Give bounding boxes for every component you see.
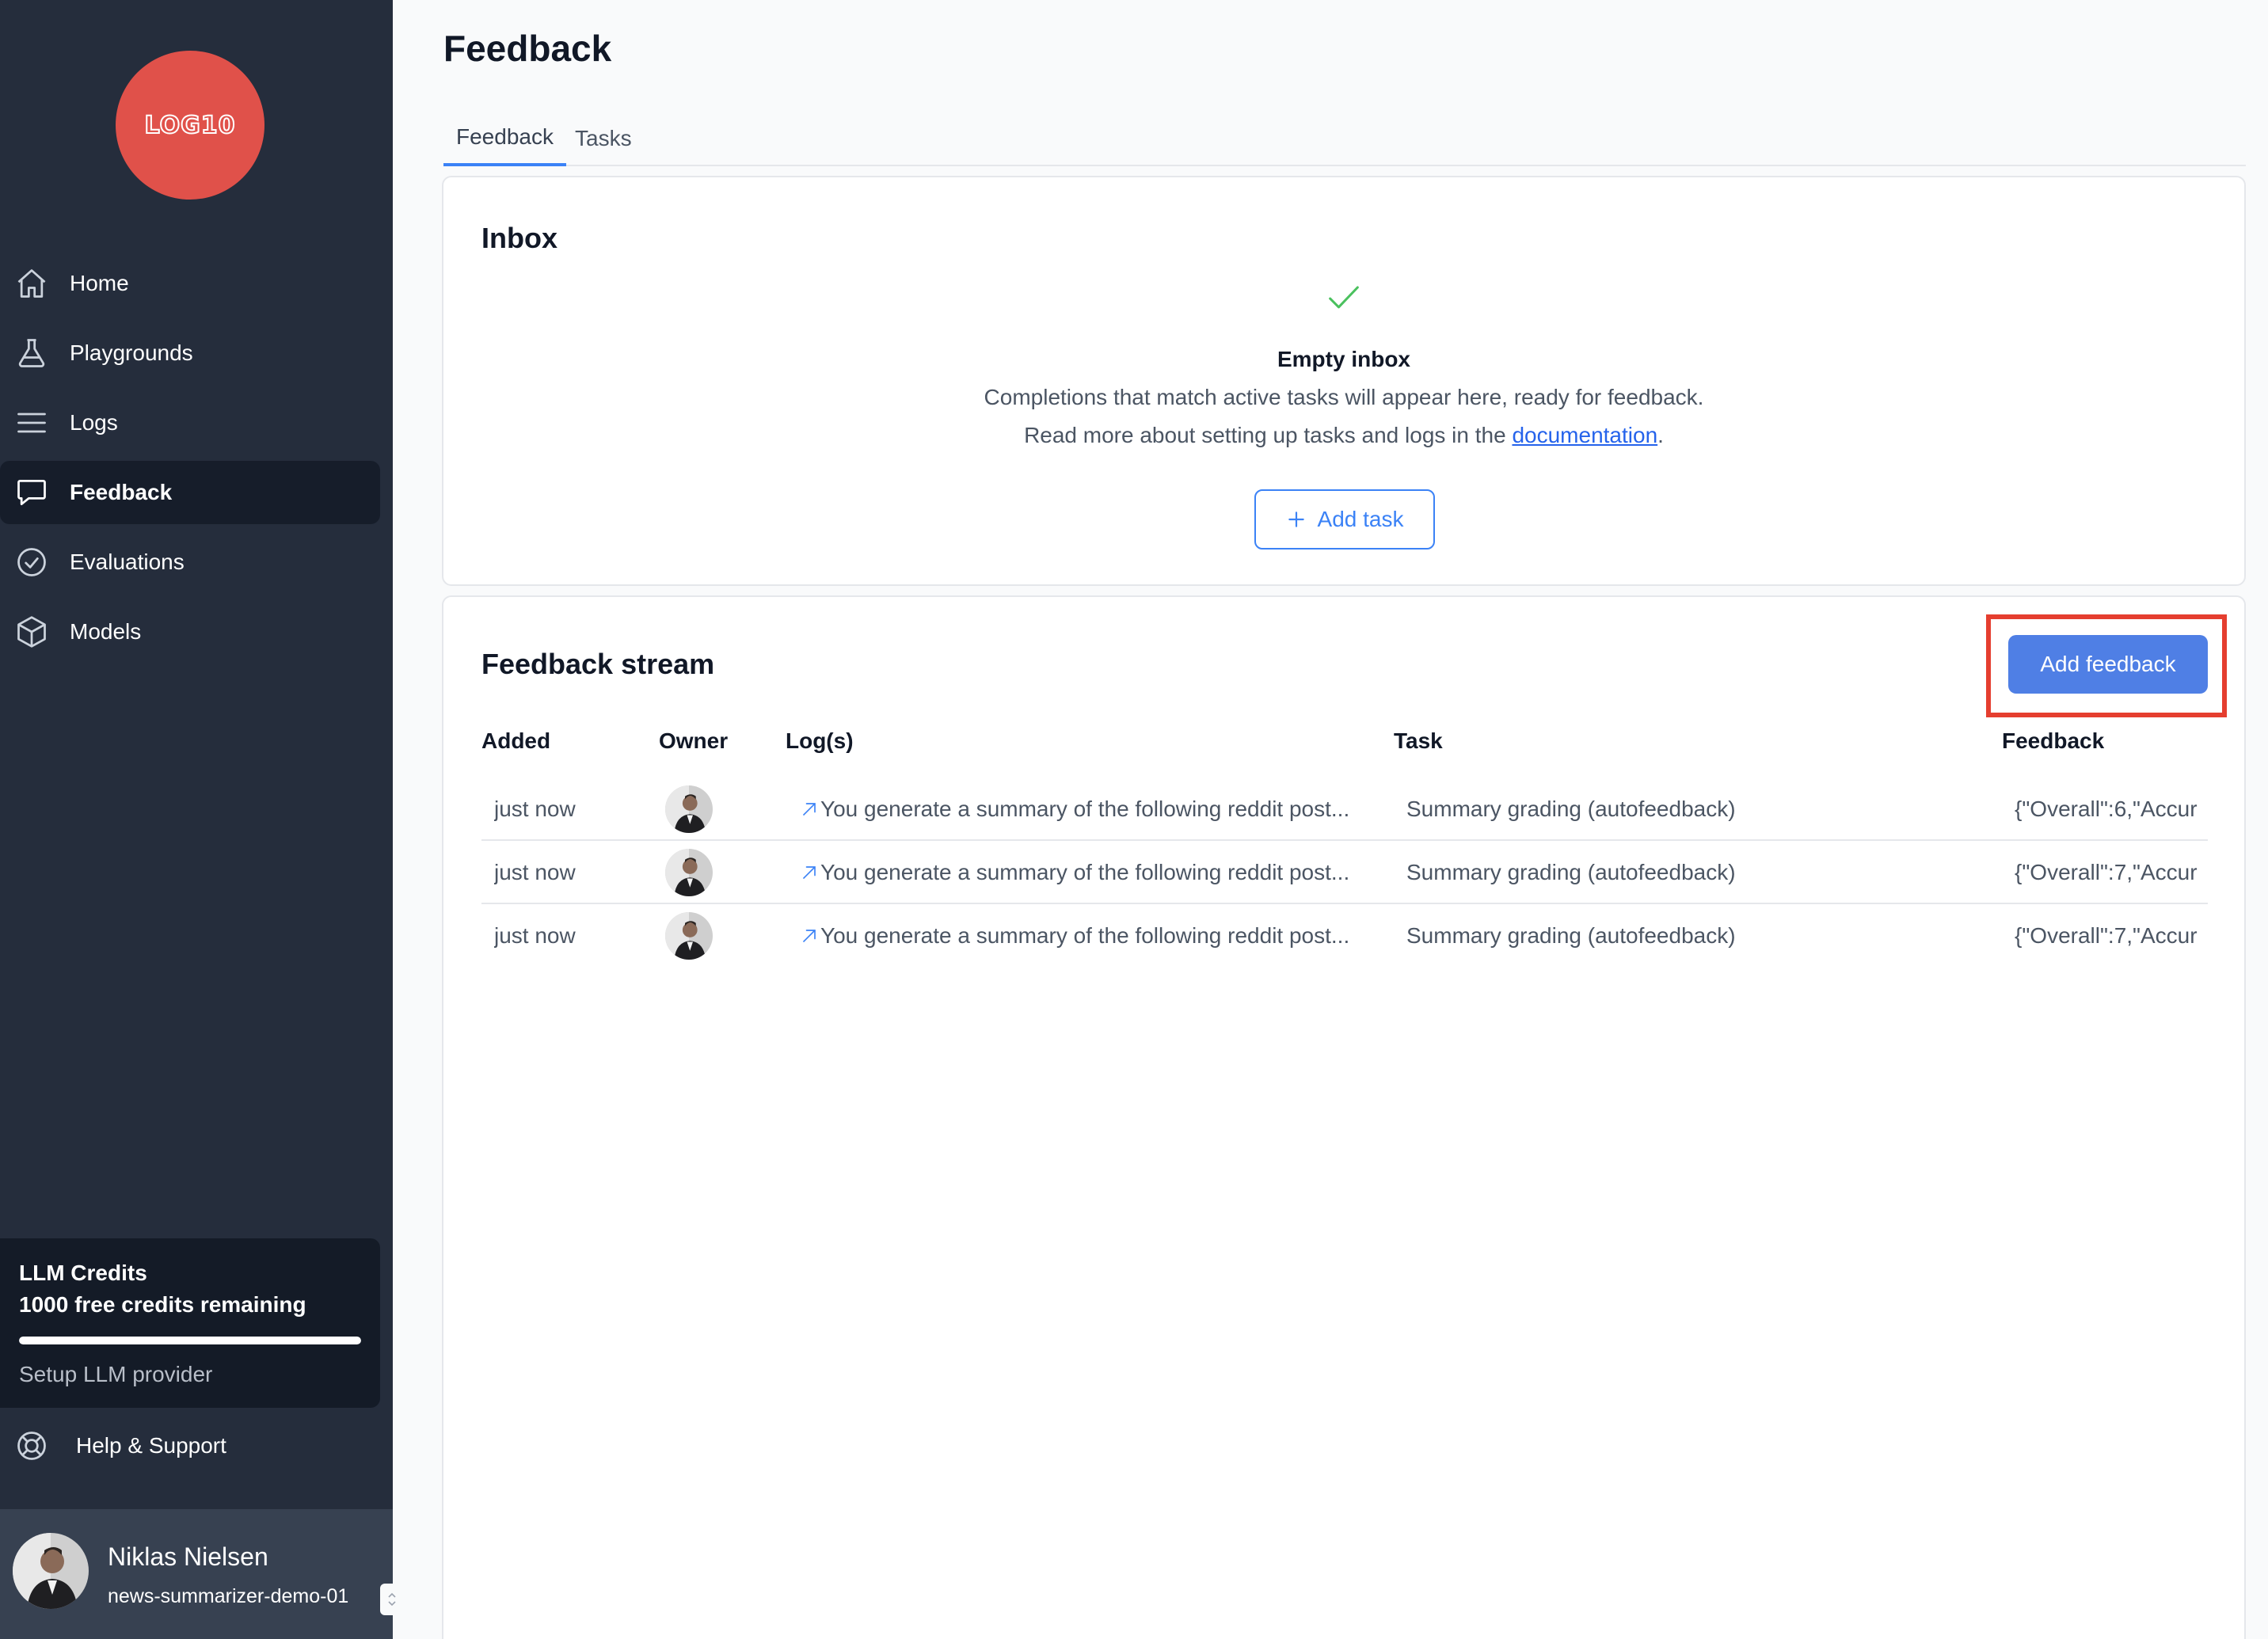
table-row[interactable]: just now You generate a summary of the f… [481, 841, 2208, 904]
plus-icon [1288, 511, 1304, 527]
avatar [13, 1533, 89, 1609]
column-header-feedback: Feedback [2002, 728, 2105, 753]
sidebar-item-label: Evaluations [70, 550, 185, 574]
user-name: Niklas Nielsen [108, 1542, 268, 1571]
chevron-up-down-icon[interactable] [380, 1584, 404, 1615]
table-row[interactable]: just now You generate a summary of the f… [481, 904, 2208, 968]
user-profile[interactable]: Niklas Nielsen news-summarizer-demo-01 [0, 1509, 404, 1639]
check-icon [443, 277, 2244, 322]
help-support-label: Help & Support [76, 1433, 226, 1458]
help-support-button[interactable]: Help & Support [0, 1414, 380, 1477]
log-text: You generate a summary of the following … [820, 797, 1350, 821]
add-task-label: Add task [1317, 507, 1404, 531]
project-name: news-summarizer-demo-01 [108, 1585, 349, 1607]
sidebar-item-evaluations[interactable]: Evaluations [0, 530, 380, 594]
empty-inbox-text: Completions that match active tasks will… [984, 385, 1704, 409]
column-header-logs: Log(s) [786, 728, 854, 753]
lifebuoy-icon [14, 1428, 49, 1463]
cube-icon [14, 614, 49, 649]
credits-remaining: 1000 free credits remaining [19, 1292, 306, 1317]
added-cell: just now [494, 797, 576, 821]
avatar [665, 912, 713, 960]
credits-progress-fill [19, 1337, 361, 1344]
home-icon [14, 266, 49, 301]
inbox-card: Inbox Empty inbox Completions that match… [442, 176, 2246, 586]
check-circle-icon [14, 545, 49, 580]
flask-icon [14, 336, 49, 371]
task-cell: Summary grading (autofeedback) [1406, 923, 1736, 948]
logo[interactable]: LOG10 [116, 51, 264, 200]
docs-prefix: Read more about setting up tasks and log… [1024, 423, 1513, 447]
log-text: You generate a summary of the following … [820, 923, 1350, 948]
tab-feedback[interactable]: Feedback [443, 111, 566, 166]
arrow-up-right-icon [803, 803, 816, 816]
sidebar-item-playgrounds[interactable]: Playgrounds [0, 321, 380, 385]
feedback-cell: {"Overall":7,"Accur [2015, 860, 2198, 884]
list-icon [14, 405, 49, 440]
add-feedback-button[interactable]: Add feedback [2008, 635, 2208, 694]
sidebar-item-label: Models [70, 619, 142, 644]
sidebar-item-label: Home [70, 271, 129, 295]
tab-tasks[interactable]: Tasks [562, 111, 645, 166]
chat-bubble-icon [14, 475, 49, 510]
llm-credits-panel: LLM Credits 1000 free credits remaining … [0, 1238, 380, 1408]
logo-text: LOG10 [144, 111, 236, 140]
sidebar-item-models[interactable]: Models [0, 600, 380, 664]
empty-inbox-docs-text: Read more about setting up tasks and log… [443, 423, 2244, 448]
sidebar-item-label: Feedback [70, 480, 173, 504]
sidebar-item-feedback[interactable]: Feedback [0, 461, 380, 524]
sidebar-item-label: Playgrounds [70, 340, 193, 365]
avatar [665, 785, 713, 833]
added-cell: just now [494, 860, 576, 884]
inbox-title: Inbox [481, 222, 557, 254]
add-task-button[interactable]: Add task [1254, 489, 1435, 550]
sidebar: LOG10 Home Playgrounds Logs Feedback Eva… [0, 0, 404, 1639]
added-cell: just now [494, 923, 576, 948]
empty-inbox-title: Empty inbox [1277, 347, 1410, 371]
arrow-up-right-icon [803, 866, 816, 879]
docs-suffix: . [1657, 423, 1664, 447]
sidebar-item-logs[interactable]: Logs [0, 391, 380, 454]
tab-bar: Feedback Tasks [443, 111, 2246, 166]
log-link[interactable]: You generate a summary of the following … [798, 904, 1384, 968]
sidebar-item-home[interactable]: Home [0, 252, 380, 315]
arrow-up-right-icon [803, 930, 816, 942]
feedback-stream-title: Feedback stream [481, 648, 715, 680]
credits-title: LLM Credits [19, 1261, 147, 1285]
log-link[interactable]: You generate a summary of the following … [798, 778, 1384, 841]
task-cell: Summary grading (autofeedback) [1406, 860, 1736, 884]
table-row[interactable]: just now You generate a summary of the f… [481, 778, 2208, 841]
avatar [665, 849, 713, 896]
sidebar-item-label: Logs [70, 410, 118, 435]
column-header-added: Added [481, 728, 551, 753]
credits-progress-bar [19, 1337, 361, 1344]
task-cell: Summary grading (autofeedback) [1406, 797, 1736, 821]
feedback-cell: {"Overall":7,"Accur [2015, 923, 2198, 948]
page-title: Feedback [443, 28, 612, 69]
log-text: You generate a summary of the following … [820, 860, 1350, 884]
column-header-task: Task [1394, 728, 1443, 753]
setup-llm-provider-link[interactable]: Setup LLM provider [19, 1362, 212, 1387]
log-link[interactable]: You generate a summary of the following … [798, 841, 1384, 904]
documentation-link[interactable]: documentation [1512, 423, 1657, 447]
column-header-owner: Owner [659, 728, 729, 753]
feedback-cell: {"Overall":6,"Accur [2015, 797, 2198, 821]
